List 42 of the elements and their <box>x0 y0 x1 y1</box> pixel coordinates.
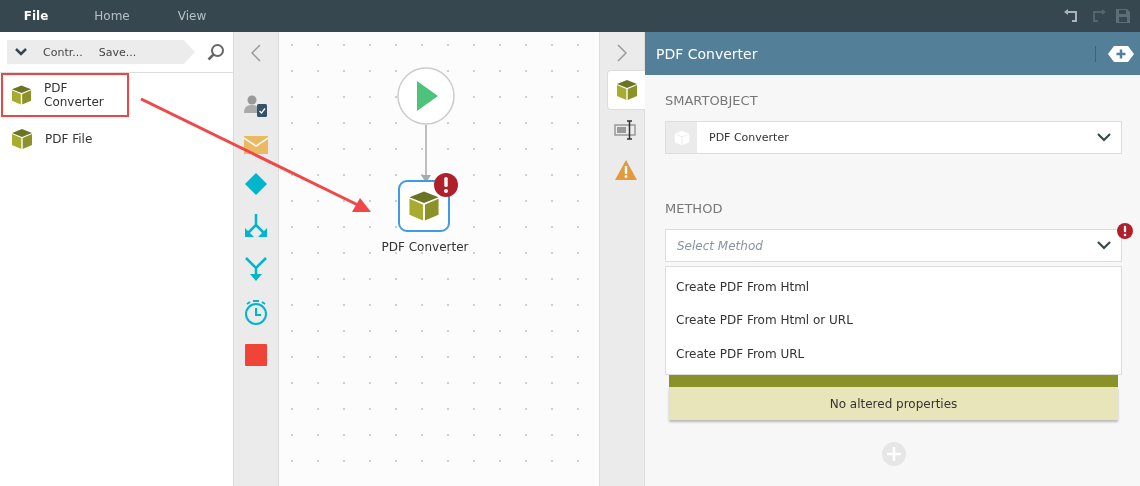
cube-icon <box>11 84 32 106</box>
undo-icon[interactable] <box>1064 9 1080 23</box>
node-label: PDF Converter <box>380 240 470 254</box>
chevron-down-icon <box>1097 241 1111 250</box>
chevron-down-icon[interactable] <box>15 48 27 56</box>
dropdown-option[interactable]: Create PDF From Html or URL <box>666 303 1121 337</box>
cube-icon <box>615 79 638 101</box>
text-field-icon <box>614 120 638 140</box>
menu-item[interactable]: Home <box>72 9 152 23</box>
breadcrumb-item[interactable]: Save... <box>98 45 137 59</box>
save-icon[interactable] <box>1116 9 1130 23</box>
connector-arrow <box>421 125 431 183</box>
panel-tab[interactable] <box>607 70 645 110</box>
chevron-left-icon[interactable] <box>251 44 261 62</box>
dropdown-option[interactable]: Create PDF From Html <box>666 270 1121 304</box>
menu-item[interactable]: View <box>152 9 232 23</box>
split-arrows-icon[interactable] <box>244 214 268 238</box>
start-node[interactable] <box>397 67 455 125</box>
warning-icon <box>615 160 637 180</box>
menu-item[interactable]: File <box>0 9 72 23</box>
panel-title: PDF Converter <box>656 45 758 62</box>
cube-icon <box>408 190 440 222</box>
smartobject-item[interactable]: PDF File <box>1 117 129 161</box>
diamond-icon[interactable] <box>244 172 268 196</box>
chevron-right-icon[interactable] <box>617 44 627 62</box>
merge-arrow-icon[interactable] <box>244 256 268 282</box>
timer-icon[interactable] <box>244 300 268 326</box>
chevron-down-icon <box>1097 133 1111 142</box>
properties-note: No altered properties <box>669 387 1118 420</box>
section-label: METHOD <box>665 201 724 216</box>
redo-icon[interactable] <box>1090 9 1106 23</box>
user-task-icon[interactable] <box>244 94 268 118</box>
envelope-icon[interactable] <box>244 136 268 154</box>
breadcrumb-item[interactable]: Contr... <box>43 45 83 59</box>
search-icon[interactable] <box>207 43 225 61</box>
workflow-node[interactable] <box>398 180 450 232</box>
section-label: SMARTOBJECT <box>665 93 759 108</box>
smartobject-item[interactable]: PDF Converter <box>1 73 129 117</box>
add-icon[interactable] <box>1095 45 1134 62</box>
cube-icon <box>11 128 33 150</box>
smartobject-select[interactable]: PDF Converter <box>665 121 1122 154</box>
dropdown-option[interactable]: Create PDF From URL <box>666 337 1121 371</box>
